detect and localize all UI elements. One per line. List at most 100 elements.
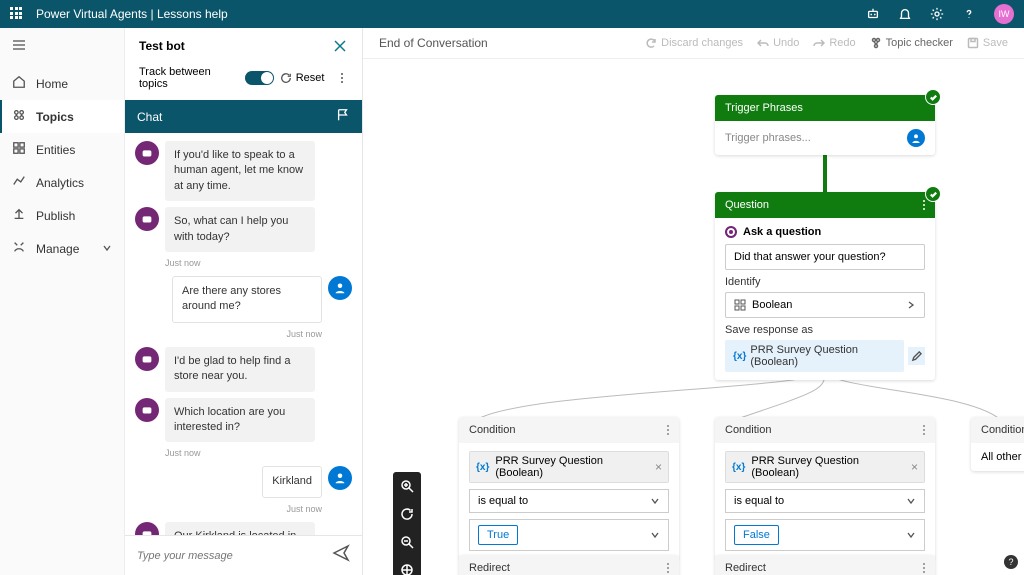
chip-label: PRR Survey Question (Boolean): [751, 455, 905, 479]
flag-icon[interactable]: [336, 108, 350, 125]
user-message: Kirkland: [262, 466, 322, 497]
minimap-icon[interactable]: [393, 556, 421, 575]
value-select[interactable]: True: [469, 519, 669, 551]
check-badge-icon: [925, 89, 941, 105]
variable-chip[interactable]: {x}PRR Survey Question (Boolean)×: [469, 451, 669, 483]
node-title: Redirect: [725, 562, 766, 574]
save-button[interactable]: Save: [967, 37, 1008, 49]
condition-node-3[interactable]: Condition All other: [971, 417, 1024, 471]
question-node[interactable]: Question Ask a question Did that answer …: [715, 192, 935, 380]
nav-home[interactable]: Home: [0, 67, 124, 100]
timestamp: Just now: [165, 504, 322, 514]
operator-label: is equal to: [734, 495, 784, 507]
zoom-reset-icon[interactable]: [393, 500, 421, 528]
nav-label: Publish: [36, 209, 75, 223]
collapse-nav-icon[interactable]: [0, 28, 124, 67]
zoom-in-icon[interactable]: [393, 472, 421, 500]
test-bot-panel: Test bot Track between topics Reset Chat…: [125, 28, 363, 575]
close-chat-icon[interactable]: [332, 38, 348, 54]
chat-more-icon[interactable]: [336, 73, 348, 83]
undo-button[interactable]: Undo: [757, 37, 799, 49]
bot-avatar-icon: [135, 522, 159, 535]
settings-icon[interactable]: [930, 7, 944, 21]
trigger-node[interactable]: Trigger Phrases Trigger phrases...: [715, 95, 935, 155]
left-nav: Home Topics Entities Analytics Publish M…: [0, 28, 125, 575]
check-badge-icon: [925, 186, 941, 202]
zoom-out-icon[interactable]: [393, 528, 421, 556]
app-launcher-icon[interactable]: [10, 7, 24, 21]
bot-message: I'd be glad to help find a store near yo…: [165, 347, 315, 392]
action-label: Topic checker: [886, 37, 953, 49]
nav-manage[interactable]: Manage: [0, 232, 124, 265]
bot-avatar-icon: [135, 398, 159, 422]
trigger-placeholder: Trigger phrases...: [725, 132, 811, 144]
redirect-node-1[interactable]: Redirect Confirmed Success: [459, 555, 679, 575]
send-icon[interactable]: [332, 544, 350, 567]
nav-label: Manage: [36, 242, 79, 256]
node-title: Redirect: [469, 562, 510, 574]
nav-publish[interactable]: Publish: [0, 199, 124, 232]
remove-chip-icon[interactable]: ×: [911, 460, 918, 474]
operator-label: is equal to: [478, 495, 528, 507]
chat-title: Chat: [137, 110, 162, 124]
nav-analytics[interactable]: Analytics: [0, 166, 124, 199]
variable-chip[interactable]: {x}PRR Survey Question (Boolean)×: [725, 451, 925, 483]
node-menu-icon[interactable]: [667, 425, 669, 435]
bot-icon[interactable]: [866, 7, 880, 21]
action-label: Discard changes: [661, 37, 743, 49]
node-menu-icon[interactable]: [923, 563, 925, 573]
user-avatar-icon: [328, 276, 352, 300]
operator-select[interactable]: is equal to: [725, 489, 925, 513]
node-title: Question: [725, 199, 769, 211]
value-select[interactable]: False: [725, 519, 925, 551]
chat-input[interactable]: [137, 550, 332, 562]
track-topics-toggle[interactable]: [245, 71, 274, 85]
timestamp: Just now: [165, 329, 322, 339]
identify-value: Boolean: [752, 299, 792, 311]
chip-label: PRR Survey Question (Boolean): [495, 455, 649, 479]
user-avatar[interactable]: IW: [994, 4, 1014, 24]
node-title: Condition: [469, 424, 515, 436]
bot-message: If you'd like to speak to a human agent,…: [165, 141, 315, 201]
track-topics-label: Track between topics: [139, 66, 239, 90]
nav-topics[interactable]: Topics: [0, 100, 124, 133]
action-label: Save: [983, 37, 1008, 49]
node-menu-icon[interactable]: [667, 563, 669, 573]
redirect-node-2[interactable]: Redirect Confirmed Failure: [715, 555, 935, 575]
edit-variable-icon[interactable]: [908, 347, 925, 365]
variable-pill[interactable]: {x}PRR Survey Question (Boolean): [725, 340, 904, 372]
reset-label: Reset: [296, 72, 325, 84]
condition-node-1[interactable]: Condition {x}PRR Survey Question (Boolea…: [459, 417, 679, 559]
nav-entities[interactable]: Entities: [0, 133, 124, 166]
identify-select[interactable]: Boolean: [725, 292, 925, 318]
redo-button[interactable]: Redo: [813, 37, 855, 49]
bot-message: So, what can I help you with today?: [165, 207, 315, 252]
bot-message: Which location are you interested in?: [165, 398, 315, 443]
chat-scroll[interactable]: If you'd like to speak to a human agent,…: [125, 133, 362, 535]
save-as-label: Save response as: [725, 324, 925, 336]
discard-button[interactable]: Discard changes: [645, 37, 743, 49]
value-label: True: [478, 525, 518, 545]
node-menu-icon[interactable]: [923, 200, 925, 210]
person-icon: [907, 129, 925, 147]
help-dot-icon[interactable]: ?: [1004, 555, 1018, 569]
notification-icon[interactable]: [898, 7, 912, 21]
bot-avatar-icon: [135, 207, 159, 231]
action-label: Redo: [829, 37, 855, 49]
question-icon: [725, 226, 737, 238]
node-title: Condition: [725, 424, 771, 436]
condition-node-2[interactable]: Condition {x}PRR Survey Question (Boolea…: [715, 417, 935, 559]
bot-message: Our Kirkland is located in downtown Kirk…: [165, 522, 315, 535]
reset-button[interactable]: Reset: [280, 72, 325, 84]
operator-select[interactable]: is equal to: [469, 489, 669, 513]
breadcrumb: End of Conversation: [379, 36, 488, 50]
node-menu-icon[interactable]: [923, 425, 925, 435]
remove-chip-icon[interactable]: ×: [655, 460, 662, 474]
nav-label: Entities: [36, 143, 75, 157]
chat-panel-title: Test bot: [139, 39, 185, 53]
topic-checker-button[interactable]: Topic checker: [870, 37, 953, 49]
help-icon[interactable]: [962, 7, 976, 21]
question-text-input[interactable]: Did that answer your question?: [725, 244, 925, 270]
question-text: Did that answer your question?: [734, 251, 886, 263]
canvas-toolbar: {x}: [393, 472, 421, 575]
